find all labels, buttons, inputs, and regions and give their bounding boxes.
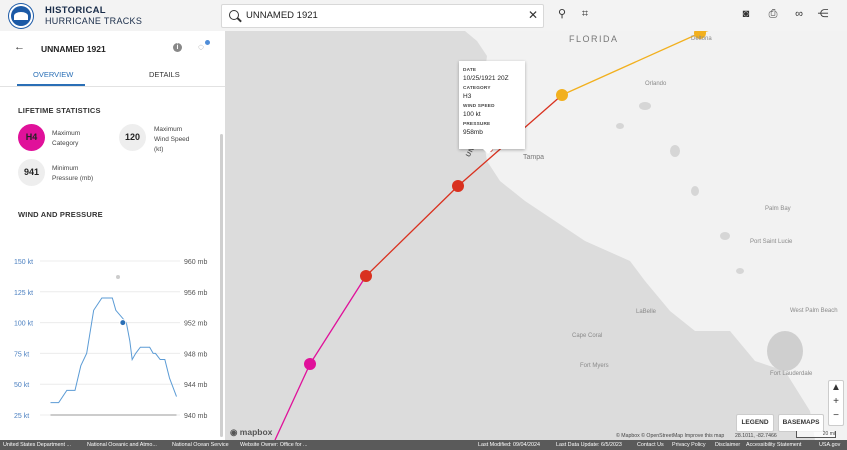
footer-link[interactable]: United States Department ...: [3, 440, 71, 450]
tab-overview[interactable]: OVERVIEW: [33, 70, 73, 79]
notification-icon[interactable]: ◌: [198, 40, 210, 53]
wind-pressure-heading: WIND AND PRESSURE: [18, 210, 103, 219]
print-icon[interactable]: ⎙: [766, 7, 780, 21]
place-label: Fort Lauderdale: [770, 371, 813, 377]
lake: [720, 232, 730, 240]
link-icon[interactable]: ∞: [792, 7, 806, 21]
camera-icon[interactable]: ◙: [739, 7, 753, 21]
chart-drag-handle: [116, 275, 120, 279]
search-icon: [229, 10, 239, 20]
map-scale: 20 mi: [796, 431, 836, 438]
search-value: UNNAMED 1921: [246, 10, 318, 21]
place-label: Port Saint Lucie: [750, 239, 793, 245]
last-data-update: Last Data Update: 6/5/2023: [556, 442, 622, 448]
max-category-label: Maximum Category: [52, 130, 81, 147]
selected-point-marker: [119, 319, 127, 327]
back-arrow-icon[interactable]: ←: [14, 41, 25, 53]
track-segment-h4: [309, 275, 367, 365]
footer-link[interactable]: Contact Us: [637, 440, 664, 450]
series-line: [50, 297, 177, 404]
y-left-tick-label: 150 kt: [14, 259, 33, 266]
storm-title: UNNAMED 1921: [41, 44, 106, 54]
zoom-in-button[interactable]: +: [829, 395, 843, 409]
map-attribution[interactable]: © Mapbox © OpenStreetMap Improve this ma…: [616, 433, 724, 439]
lake: [691, 186, 699, 196]
max-wind-label: Maximum Wind Speed (kt): [154, 126, 190, 153]
place-label: Cape Coral: [572, 333, 603, 339]
min-pressure-badge: 941: [18, 159, 45, 186]
share-icon[interactable]: ⋲: [816, 7, 830, 21]
map-canvas: [274, 31, 847, 440]
footer-link[interactable]: USA.gov: [819, 440, 840, 450]
footer-link[interactable]: Disclaimer: [715, 440, 740, 450]
track-point-h1: [556, 89, 568, 101]
state-label: FLORIDA: [569, 34, 619, 44]
y-left-tick-label: 75 kt: [14, 351, 29, 358]
info-icon[interactable]: i: [173, 43, 182, 52]
footer-link[interactable]: Accessibility Statement: [746, 440, 801, 450]
footer-link[interactable]: Website Owner: Office for ...: [240, 440, 308, 450]
lake: [639, 102, 651, 110]
footer-link[interactable]: National Ocean Service: [172, 440, 229, 450]
app-header: HISTORICAL HURRICANE TRACKS UNNAMED 1921…: [0, 0, 847, 32]
place-label: Palm Bay: [765, 206, 791, 212]
y-right-tick-label: 944 mb: [184, 382, 207, 389]
y-right-tick-label: 952 mb: [184, 321, 207, 328]
y-left-tick-label: 100 kt: [14, 321, 33, 328]
lifetime-statistics-heading: LIFETIME STATISTICS: [18, 106, 101, 115]
mapbox-logo: ◉ mapbox: [230, 427, 273, 437]
brand-title: HISTORICAL: [45, 5, 106, 16]
lake: [670, 145, 680, 157]
basemaps-button[interactable]: BASEMAPS: [778, 414, 824, 432]
place-label: Deltona: [691, 36, 712, 42]
place-label: Fort Myers: [580, 363, 609, 369]
y-left-tick-label: 125 kt: [14, 290, 33, 297]
cursor-coordinates: 28.1011, -82.7466: [735, 433, 777, 439]
panel-scrollbar[interactable]: [220, 134, 223, 437]
max-wind-badge: 120: [119, 124, 146, 151]
min-pressure-label: Minimum Pressure (mb): [52, 165, 94, 182]
track-point-h4: [304, 358, 316, 370]
y-right-tick-label: 956 mb: [184, 290, 207, 297]
brand-subtitle: HURRICANE TRACKS: [45, 16, 143, 26]
footer-link[interactable]: National Oceanic and Atmo...: [87, 440, 157, 450]
track-segment-h3: [365, 185, 459, 277]
compass-icon[interactable]: ▲: [829, 381, 843, 395]
place-label: Tampa: [523, 154, 545, 161]
y-right-tick-label: 960 mb: [184, 259, 207, 266]
close-icon[interactable]: ✕: [528, 8, 538, 22]
footer-link[interactable]: Privacy Policy: [672, 440, 706, 450]
lake: [736, 268, 744, 274]
footer: United States Department ... National Oc…: [0, 440, 847, 450]
y-right-tick-label: 948 mb: [184, 351, 207, 358]
track-point-h3: [360, 270, 372, 282]
active-tab-indicator: [17, 84, 85, 86]
wind-pressure-chart: 150 kt 960 mb 125 kt 956 mb 100 kt 952 mb 75 k…: [14, 259, 207, 420]
track-point-tooltip: DATE 10/25/1921 20Z CATEGORY H3 WIND SPE…: [459, 61, 525, 154]
panel-tabs: OVERVIEW DETAILS: [0, 64, 225, 87]
map-zoom-controls: ▲ + −: [828, 380, 844, 426]
last-modified: Last Modified: 09/04/2024: [478, 442, 541, 448]
noaa-logo: [9, 4, 33, 28]
place-label: LaBelle: [636, 309, 657, 315]
lake: [767, 331, 803, 371]
lake: [616, 123, 624, 129]
tab-details[interactable]: DETAILS: [149, 70, 180, 79]
map-view[interactable]: FLORIDA Orlando Tampa Palm Bay Port Sain…: [225, 31, 847, 440]
place-label: West Palm Beach: [790, 308, 838, 314]
y-left-tick-label: 25 kt: [14, 413, 29, 420]
legend-button[interactable]: LEGEND: [736, 414, 774, 432]
track-segment-h4: [274, 363, 311, 440]
location-pin-icon[interactable]: ⚲: [555, 7, 569, 21]
track-point-h3: [452, 180, 464, 192]
max-category-badge: H4: [18, 124, 45, 151]
area-select-icon[interactable]: ⌗: [578, 7, 592, 21]
place-label: Orlando: [645, 81, 667, 87]
storm-details-panel: ← UNNAMED 1921 i ◌ OVERVIEW DETAILS LIFE…: [0, 31, 226, 440]
y-left-tick-label: 50 kt: [14, 382, 29, 389]
zoom-out-button[interactable]: −: [829, 409, 843, 423]
search-input[interactable]: UNNAMED 1921 ✕: [221, 4, 544, 28]
y-right-tick-label: 940 mb: [184, 413, 207, 420]
